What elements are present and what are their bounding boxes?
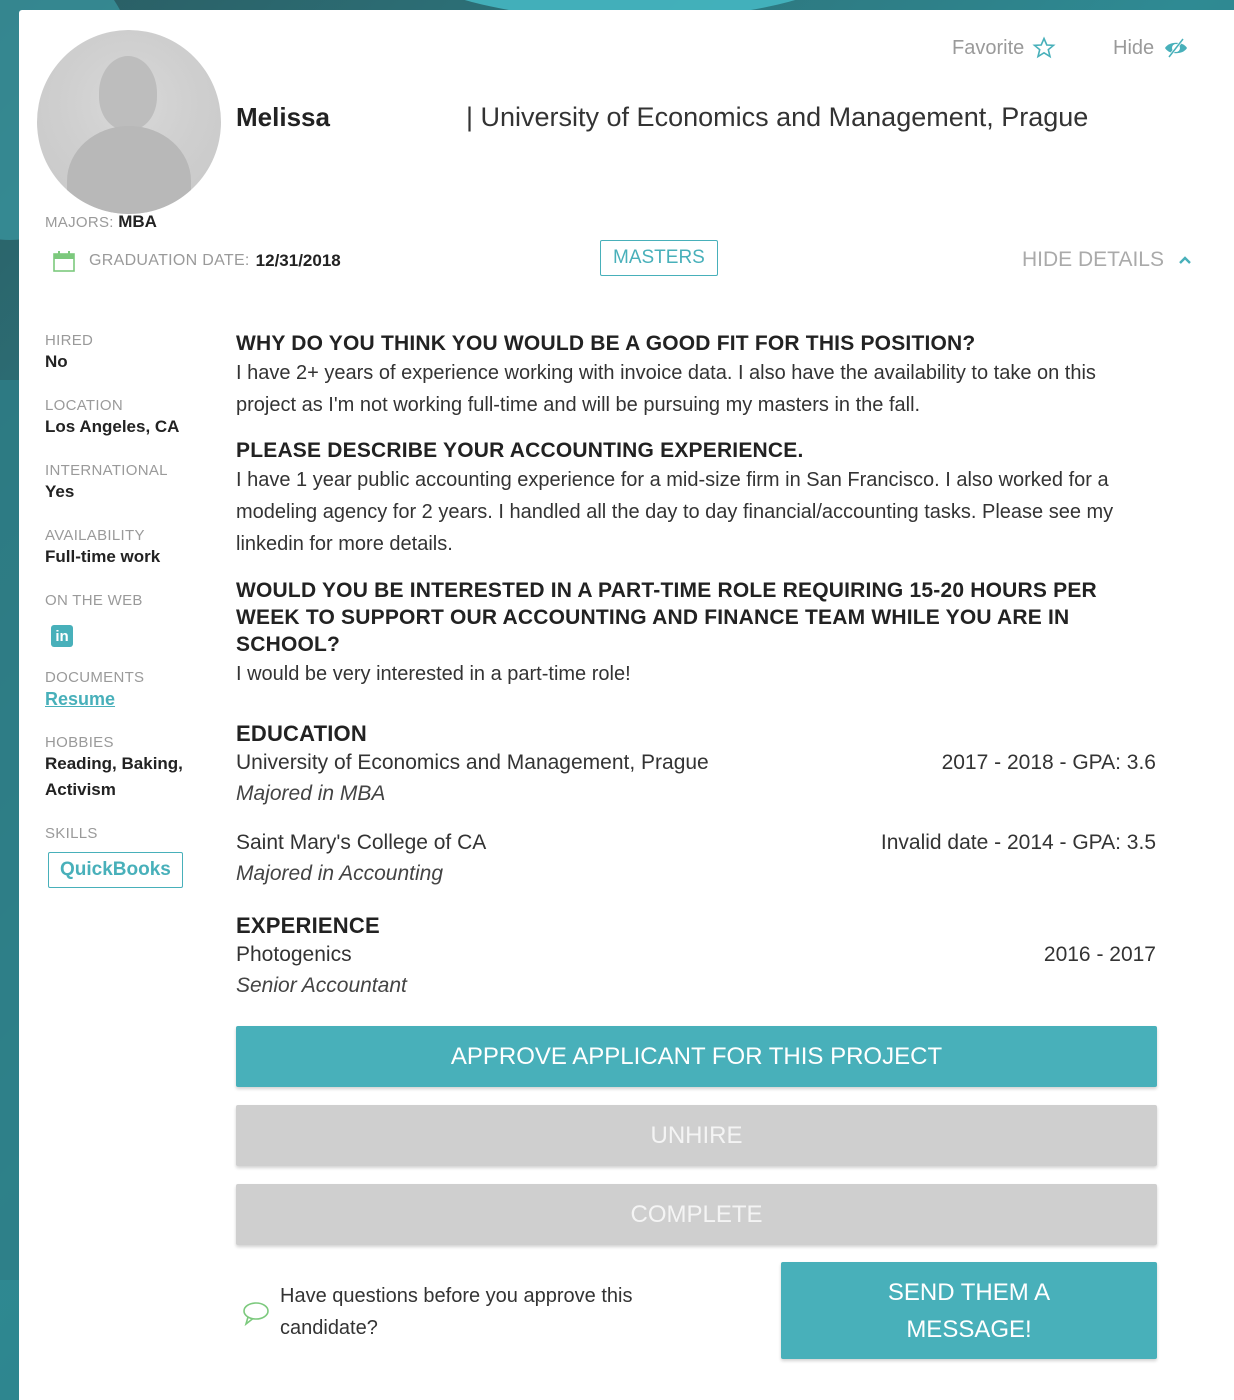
availability-value: Full-time work [45,547,161,566]
candidate-name: Melissa [236,102,330,132]
hired-value: No [45,352,68,371]
grad-label: GRADUATION DATE: [89,252,250,269]
favorite-button[interactable]: Favorite [952,36,1056,60]
send-message-line-2: MESSAGE! [906,1315,1032,1343]
approve-applicant-button[interactable]: APPROVE APPLICANT FOR THIS PROJECT [236,1026,1157,1087]
education-row: Saint Mary's College of CA Invalid date … [236,827,1156,858]
hide-button[interactable]: Hide [1113,36,1190,60]
education-row: University of Economics and Management, … [236,747,1156,778]
chevron-up-icon [1179,256,1191,264]
location-value: Los Angeles, CA [45,417,180,436]
question-answer: I would be very interested in a part-tim… [236,663,631,685]
question-answer: I have 2+ years of experience working wi… [236,362,1096,416]
majors: MAJORS: MBA [45,212,157,232]
question-heading: WHY DO YOU THINK YOU WOULD BE A GOOD FIT… [236,332,976,355]
hired-label: HIRED [45,332,94,349]
favorite-label: Favorite [952,36,1025,59]
eye-slash-icon [1165,38,1188,58]
chat-bubble-icon [243,1302,269,1326]
question-line-2: candidate? [280,1317,378,1339]
questions-section: WHY DO YOU THINK YOU WOULD BE A GOOD FIT… [236,330,1156,690]
experience-company: Photogenics [236,943,352,966]
question-answer: I have 1 year public accounting experien… [236,469,1114,555]
experience-section: EXPERIENCE Photogenics 2016 - 2017 Senio… [236,912,1156,1001]
hobbies-label: HOBBIES [45,734,114,751]
majors-label: MAJORS: [45,214,114,231]
experience-row: Photogenics 2016 - 2017 [236,939,1156,970]
majors-value: MBA [118,212,157,231]
hide-details-toggle[interactable]: HIDE DETAILS [1022,248,1192,272]
education-major: Majored in MBA [236,782,386,805]
degree-badge: MASTERS [600,240,718,276]
complete-button[interactable]: COMPLETE [236,1184,1157,1245]
experience-dates: 2016 - 2017 [1043,943,1156,966]
skill-tag: QuickBooks [48,852,183,888]
skills-label: SKILLS [45,825,98,842]
unhire-button[interactable]: UNHIRE [236,1105,1157,1166]
candidate-school: | University of Economics and Management… [466,102,1089,132]
international-label: INTERNATIONAL [45,462,168,479]
experience-title: Senior Accountant [236,974,407,997]
question-heading: PLEASE DESCRIBE YOUR ACCOUNTING EXPERIEN… [236,439,804,462]
calendar-icon [53,251,75,272]
resume-link[interactable]: Resume [45,689,215,710]
candidate-card: Favorite Hide Melissa | University of Ec… [19,10,1234,1400]
education-section: EDUCATION University of Economics and Ma… [236,720,1156,889]
location-label: LOCATION [45,397,123,414]
documents-label: DOCUMENTS [45,669,145,686]
education-school: Saint Mary's College of CA [236,831,487,854]
send-message-button[interactable]: SEND THEM A MESSAGE! [781,1262,1157,1359]
experience-heading: EXPERIENCE [236,913,380,938]
hobbies-line-2: Activism [45,780,116,799]
availability-label: AVAILABILITY [45,527,145,544]
education-major: Majored in Accounting [236,862,444,885]
sidebar: HIRED No LOCATION Los Angeles, CA INTERN… [45,332,215,888]
on-the-web-label: ON THE WEB [45,592,143,609]
star-icon [1032,36,1056,59]
linkedin-icon[interactable]: in [51,625,73,647]
education-dates: 2017 - 2018 - GPA: 3.6 [941,751,1156,774]
education-heading: EDUCATION [236,721,367,746]
candidate-avatar [37,30,221,214]
international-value: Yes [45,482,75,501]
send-message-line-1: SEND THEM A [887,1278,1051,1306]
education-school: University of Economics and Management, … [236,751,709,774]
question-line-1: Have questions before you approve this [280,1285,633,1307]
questions-prompt: Have questions before you approve this c… [242,1280,632,1344]
grad-value: 12/31/2018 [255,251,341,270]
hide-details-label: HIDE DETAILS [1022,248,1164,271]
education-dates: Invalid date - 2014 - GPA: 3.5 [880,831,1156,854]
question-heading: WOULD YOU BE INTERESTED IN A PART-TIME R… [236,579,1097,656]
hobbies-line-1: Reading, Baking, [45,754,183,773]
hide-label: Hide [1113,36,1155,59]
graduation-date: GRADUATION DATE: 12/31/2018 [53,250,341,272]
